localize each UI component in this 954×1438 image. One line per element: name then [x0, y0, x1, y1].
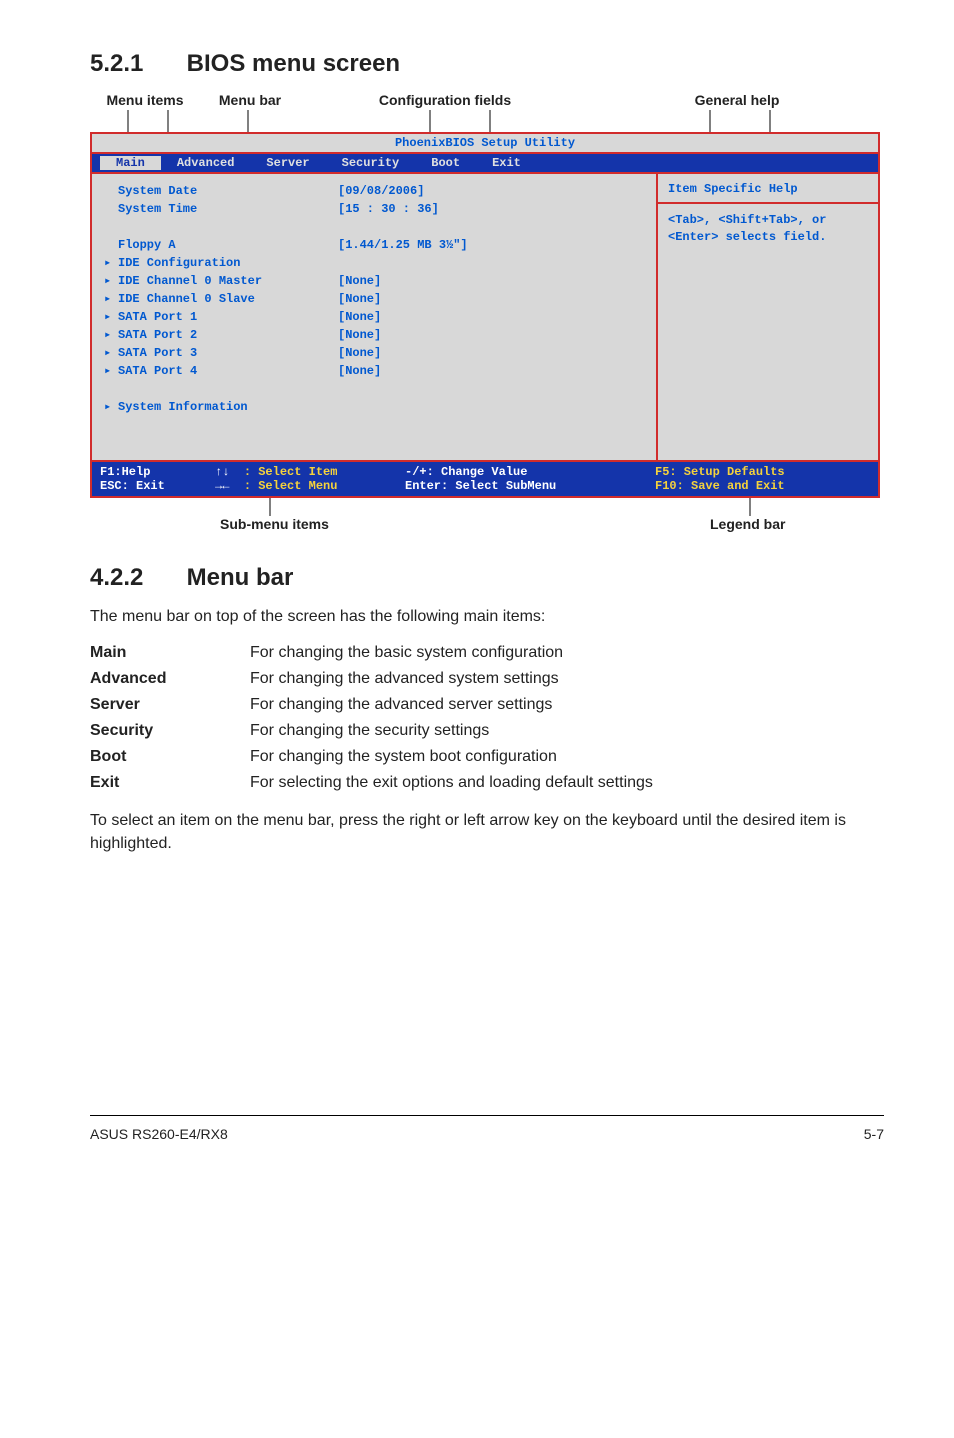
menubar-desc: For changing the system boot configurati… — [250, 748, 884, 766]
bios-item-label: SATA Port 1 — [118, 308, 338, 326]
bios-tab-server: Server — [250, 156, 325, 170]
bios-item-label: System Information — [118, 398, 338, 416]
bios-item-label: IDE Channel 0 Master — [118, 272, 338, 290]
menubar-desc: For changing the advanced server setting… — [250, 696, 884, 714]
bios-tab-boot: Boot — [415, 156, 476, 170]
bios-tab-advanced: Advanced — [161, 156, 251, 170]
bios-item-value: [None] — [338, 326, 644, 344]
bios-item-label: SATA Port 4 — [118, 362, 338, 380]
heading-521-num: 5.2.1 — [90, 50, 180, 78]
menubar-desc: For selecting the exit options and loadi… — [250, 774, 884, 792]
bios-help-body: <Tab>, <Shift+Tab>, or <Enter> selects f… — [658, 204, 878, 460]
menubar-intro: The menu bar on top of the screen has th… — [90, 606, 884, 628]
arrow-up-down-icon: ↑↓ — [215, 465, 229, 479]
bios-title: PhoenixBIOS Setup Utility — [92, 134, 878, 154]
bios-help-title: Item Specific Help — [658, 174, 878, 204]
bios-item-value: [15 : 30 : 36] — [338, 200, 644, 218]
label-general-help: General help — [560, 92, 884, 108]
legend-change: -/+: Change Value — [405, 465, 527, 479]
footer-left: ASUS RS260-E4/RX8 — [90, 1126, 228, 1142]
heading-422-num: 4.2.2 — [90, 564, 180, 592]
arrow-left-right-icon: →← — [215, 479, 229, 493]
heading-422: 4.2.2 Menu bar — [90, 564, 884, 592]
menubar-key: Advanced — [90, 670, 250, 688]
bios-item-value: [None] — [338, 344, 644, 362]
menubar-row: Server For changing the advanced server … — [90, 692, 884, 718]
menubar-key: Exit — [90, 774, 250, 792]
menubar-key: Security — [90, 722, 250, 740]
diagram-bottom-labels: Sub-menu items Legend bar — [90, 498, 884, 534]
menubar-row: Boot For changing the system boot config… — [90, 744, 884, 770]
legend-enter: Enter: Select SubMenu — [405, 479, 556, 493]
bios-left-panel: ▸ ▸ ▸ ▸ ▸ ▸ ▸ ▸ System Date System Time … — [92, 174, 656, 460]
menubar-desc: For changing the security settings — [250, 722, 884, 740]
label-config-fields: Configuration fields — [300, 92, 560, 108]
bios-tab-main: Main — [100, 156, 161, 170]
bios-help-panel: Item Specific Help <Tab>, <Shift+Tab>, o… — [656, 174, 878, 460]
menubar-row: Advanced For changing the advanced syste… — [90, 666, 884, 692]
bios-legend-bar: F1:Help ESC: Exit ↑↓ : Select Item →← : … — [92, 460, 878, 496]
triangle-icon: ▸ — [104, 254, 118, 272]
bios-item-value: [09/08/2006] — [338, 182, 644, 200]
legend-f1: F1:Help — [100, 465, 150, 479]
menubar-key: Main — [90, 644, 250, 662]
bios-tab-exit: Exit — [476, 156, 537, 170]
legend-f10: F10: Save and Exit — [655, 479, 785, 493]
bios-item-value: [None] — [338, 308, 644, 326]
legend-select-item: : Select Item — [244, 465, 338, 479]
diagram-top-lines — [90, 110, 884, 132]
bios-item-label: SATA Port 2 — [118, 326, 338, 344]
bios-screenshot: PhoenixBIOS Setup Utility Main Advanced … — [90, 132, 880, 498]
label-menu-bar: Menu bar — [200, 92, 300, 108]
label-menu-items: Menu items — [90, 92, 200, 108]
triangle-icon: ▸ — [104, 398, 118, 416]
legend-select-menu: : Select Menu — [244, 479, 338, 493]
menubar-desc: For changing the advanced system setting… — [250, 670, 884, 688]
bios-tab-security: Security — [326, 156, 416, 170]
menubar-row: Main For changing the basic system confi… — [90, 640, 884, 666]
menubar-key: Boot — [90, 748, 250, 766]
bios-item-label — [118, 218, 338, 236]
bios-body: ▸ ▸ ▸ ▸ ▸ ▸ ▸ ▸ System Date System Time … — [92, 172, 878, 460]
menubar-key: Server — [90, 696, 250, 714]
bios-item-label: System Time — [118, 200, 338, 218]
footer-right: 5-7 — [864, 1126, 884, 1142]
triangle-icon: ▸ — [104, 344, 118, 362]
bios-item-value: [None] — [338, 362, 644, 380]
triangle-icon: ▸ — [104, 326, 118, 344]
bios-item-value: [None] — [338, 272, 644, 290]
triangle-icon: ▸ — [104, 362, 118, 380]
label-legend-bar: Legend bar — [710, 516, 785, 532]
legend-esc: ESC: Exit — [100, 479, 165, 493]
page-footer: ASUS RS260-E4/RX8 5-7 — [90, 1115, 884, 1142]
bios-item-label: SATA Port 3 — [118, 344, 338, 362]
heading-521-title: BIOS menu screen — [187, 50, 400, 77]
diagram-top-labels: Menu items Menu bar Configuration fields… — [90, 92, 884, 108]
menubar-row: Exit For selecting the exit options and … — [90, 770, 884, 796]
heading-521: 5.2.1 BIOS menu screen — [90, 50, 884, 78]
bios-menubar: Main Advanced Server Security Boot Exit — [92, 154, 878, 172]
triangle-icon: ▸ — [104, 272, 118, 290]
legend-f5: F5: Setup Defaults — [655, 465, 785, 479]
triangle-icon: ▸ — [104, 290, 118, 308]
heading-422-title: Menu bar — [187, 564, 294, 591]
bios-item-label: System Date — [118, 182, 338, 200]
menubar-row: Security For changing the security setti… — [90, 718, 884, 744]
bios-item-label: Floppy A — [118, 236, 338, 254]
bios-item-value: [None] — [338, 290, 644, 308]
bios-item-label: IDE Configuration — [118, 254, 338, 272]
menubar-desc: For changing the basic system configurat… — [250, 644, 884, 662]
label-submenu-items: Sub-menu items — [220, 516, 329, 532]
bios-item-label: IDE Channel 0 Slave — [118, 290, 338, 308]
triangle-icon: ▸ — [104, 308, 118, 326]
menubar-outro: To select an item on the menu bar, press… — [90, 810, 884, 855]
bios-item-value: [1.44/1.25 MB 3½"] — [338, 236, 644, 254]
